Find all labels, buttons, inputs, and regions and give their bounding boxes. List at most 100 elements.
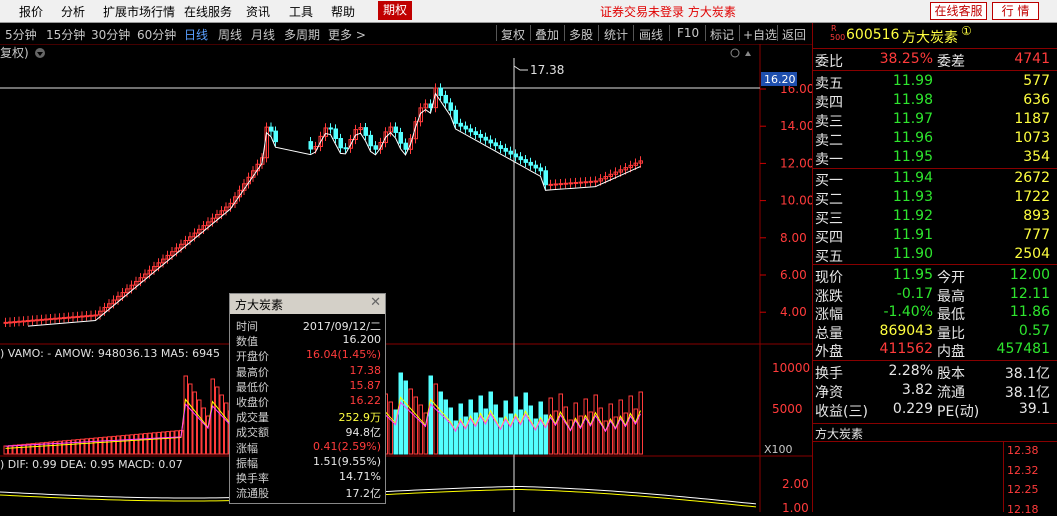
multi-stock-button[interactable]: 多股 [569, 26, 593, 43]
candle-body [75, 315, 80, 318]
bid-row[interactable]: 买二 11.93 1722 [813, 189, 1057, 208]
menu-extended-market[interactable]: 扩展市场行情 [103, 3, 175, 20]
chevron-up-icon[interactable] [745, 51, 751, 56]
candle-body [93, 314, 98, 317]
volume-bar [548, 397, 553, 455]
volume-bar [538, 401, 543, 455]
quote-button[interactable]: 行 情 [992, 2, 1039, 20]
period-daily[interactable]: 日线 [184, 26, 208, 43]
period-more[interactable]: 更多 > [328, 26, 366, 43]
period-15min[interactable]: 15分钟 [46, 26, 85, 43]
toolbar-separator [598, 25, 599, 41]
volume-unit-label: X100 [764, 443, 793, 456]
tooltip-row: 成交额 94.8亿 [230, 424, 385, 439]
period-weekly[interactable]: 周线 [218, 26, 242, 43]
f10-button[interactable]: F10 [677, 26, 699, 40]
ask-volume: 636 [1023, 92, 1050, 108]
tooltip-value: 1.51(9.55%) [312, 454, 381, 468]
volume-bar [563, 406, 568, 455]
volume-bar [513, 396, 518, 455]
mini-axis-line [1003, 441, 1004, 512]
close-icon[interactable]: ✕ [370, 295, 381, 310]
period-30min[interactable]: 30分钟 [91, 26, 130, 43]
toolbar-separator [496, 25, 497, 41]
volume-bar [215, 386, 220, 455]
volume-bar [608, 403, 613, 455]
tooltip-row: 开盘价 16.04(1.45%) [230, 348, 385, 363]
adjust-button[interactable]: 复权 [501, 26, 525, 43]
tooltip-value: 16.22 [349, 394, 382, 407]
candle-body [473, 131, 478, 135]
candle-body [538, 167, 543, 172]
menu-news[interactable]: 资讯 [246, 3, 270, 20]
statistics-button[interactable]: 统计 [604, 26, 628, 43]
bid-row[interactable]: 买四 11.91 777 [813, 227, 1057, 246]
stat-label: 总量 [815, 325, 843, 342]
candle-body [21, 320, 26, 323]
candle-body [3, 321, 8, 324]
volume-bar [438, 391, 443, 455]
online-support-button[interactable]: 在线客服 [930, 2, 987, 20]
overlay-button[interactable]: 叠加 [535, 26, 559, 43]
mark-button[interactable]: 标记 [710, 26, 734, 43]
draw-line-button[interactable]: 画线 [639, 26, 663, 43]
back-button[interactable]: 返回 [782, 26, 806, 43]
bid-row[interactable]: 买五 11.90 2504 [813, 246, 1057, 265]
volume-bar [553, 410, 558, 455]
candle-body [503, 147, 508, 152]
ask-volume: 577 [1023, 73, 1050, 89]
finance-label: 净资 [815, 385, 843, 401]
ask-row[interactable]: 卖一 11.95 354 [813, 149, 1057, 168]
kline-chart[interactable]: 复权) 17.38 16.0014.0012.0010.008.006.004.… [0, 44, 812, 512]
kline-tooltip: 方大炭素 ✕ 时间 2017/09/12/二 数值 16.200 开盘价 16.04(1.… [229, 293, 386, 504]
ask-row[interactable]: 卖五 11.99 577 [813, 73, 1057, 92]
toolbar-separator [705, 25, 706, 41]
candle-body [26, 320, 31, 322]
volume-bar [183, 375, 188, 455]
volume-bar [89, 437, 94, 455]
candle-body [84, 315, 89, 318]
mini-axis-label: 12.38 [1007, 444, 1039, 457]
ask-row[interactable]: 卖三 11.97 1187 [813, 111, 1057, 130]
settings-icon[interactable] [730, 48, 740, 58]
period-5min[interactable]: 5分钟 [5, 26, 37, 43]
stat-row: 外盘 411562 内盘 457481 [813, 341, 1057, 360]
tooltip-row: 最低价 15.87 [230, 379, 385, 394]
candle-body [513, 153, 518, 158]
info-badge-icon[interactable]: ① [961, 24, 972, 38]
tooltip-row: 涨幅 0.41(2.59%) [230, 440, 385, 455]
menu-tools[interactable]: 工具 [289, 3, 313, 20]
period-multi[interactable]: 多周期 [284, 26, 320, 43]
toolbar-separator [669, 25, 670, 41]
volume-bar [448, 407, 453, 455]
menu-options-tab[interactable]: 期权 [378, 1, 413, 20]
period-60min[interactable]: 60分钟 [137, 26, 176, 43]
candle-body [398, 131, 403, 144]
add-watchlist-button[interactable]: +自选 [743, 26, 777, 43]
volume-bar [398, 372, 403, 455]
menu-analysis[interactable]: 分析 [61, 3, 85, 20]
volume-bar [618, 399, 623, 455]
volume-bar [543, 414, 548, 455]
volume-bar [603, 420, 608, 455]
ask-row[interactable]: 卖四 11.98 636 [813, 92, 1057, 111]
volume-bar [413, 396, 418, 455]
stat-value: -0.17 [896, 285, 933, 302]
finance-row: 收益(三) 0.229 PE(动) 39.1 [813, 401, 1057, 420]
volume-bar [192, 391, 197, 455]
ask-row[interactable]: 卖二 11.96 1073 [813, 130, 1057, 149]
volume-bar [156, 431, 161, 455]
volume-bar [201, 407, 206, 455]
candle-body [443, 94, 448, 104]
bid-row[interactable]: 买一 11.94 2672 [813, 170, 1057, 189]
period-monthly[interactable]: 月线 [251, 26, 275, 43]
menu-quote[interactable]: 报价 [19, 3, 43, 20]
ask-volume: 1187 [1014, 111, 1050, 127]
tooltip-row: 振幅 1.51(9.55%) [230, 454, 385, 470]
candle-body [273, 130, 278, 143]
tooltip-row: 最高价 17.38 [230, 364, 385, 379]
menu-online-service[interactable]: 在线服务 [184, 3, 232, 20]
menu-help[interactable]: 帮助 [331, 3, 355, 20]
candle-body [548, 183, 553, 186]
bid-row[interactable]: 买三 11.92 893 [813, 208, 1057, 227]
